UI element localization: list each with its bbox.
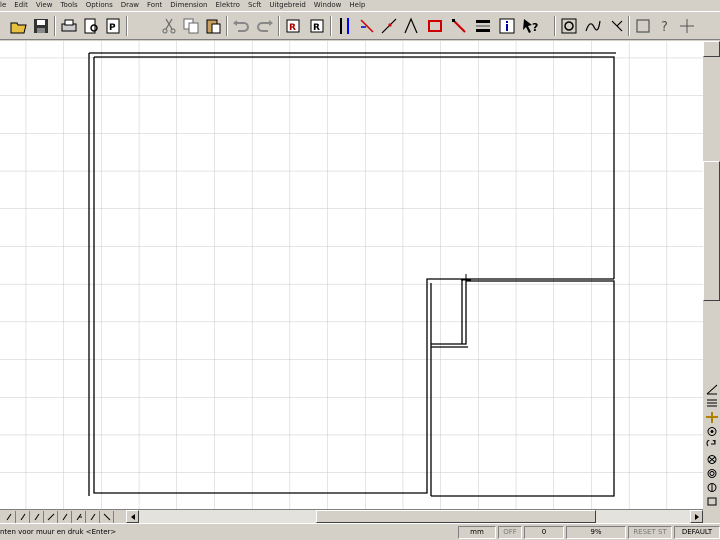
svg-text:R: R xyxy=(289,23,296,33)
menu-bar: le Edit View Tools Options Draw Font Dimension E… xyxy=(0,0,720,9)
parallel-lines-icon[interactable] xyxy=(334,15,356,37)
undo-icon[interactable] xyxy=(230,15,252,37)
menu-window[interactable]: Window xyxy=(309,1,345,9)
vertical-scrollbar[interactable] xyxy=(703,41,720,381)
align-horizontal-icon[interactable] xyxy=(704,397,719,410)
menu-view[interactable]: View xyxy=(31,1,56,9)
scroll-up-button[interactable] xyxy=(703,41,720,57)
status-zoom: 9% xyxy=(566,526,626,539)
tab-icon-1[interactable] xyxy=(2,511,16,523)
scroll-right-button[interactable] xyxy=(690,510,703,523)
svg-text:R: R xyxy=(313,23,320,33)
circle-icon[interactable] xyxy=(704,467,719,480)
tab-icon-8[interactable] xyxy=(100,511,114,523)
command-prompt: nten voor muur en druk <Enter> xyxy=(0,528,117,536)
main-toolbar: P R R ? ? xyxy=(0,11,720,40)
measure-angle-icon[interactable] xyxy=(704,383,719,396)
layers-icon[interactable] xyxy=(472,15,494,37)
grid-add-icon[interactable] xyxy=(704,411,719,424)
snap-icon[interactable] xyxy=(704,425,719,438)
menu-edit[interactable]: Edit xyxy=(9,1,31,9)
wall-corner-icon[interactable] xyxy=(356,15,378,37)
menu-draw[interactable]: Draw xyxy=(116,1,142,9)
tab-icon-7[interactable] xyxy=(86,511,100,523)
menu-file[interactable]: le xyxy=(0,1,9,9)
menu-help[interactable]: Help xyxy=(344,1,368,9)
line-pen2-icon[interactable] xyxy=(400,15,422,37)
svg-text:P: P xyxy=(109,23,116,33)
eye-icon[interactable] xyxy=(704,481,719,494)
diagonal-line-icon[interactable] xyxy=(448,15,470,37)
side-toolbar xyxy=(703,381,720,509)
menu-font[interactable]: Font xyxy=(142,1,165,9)
pdf-export-icon[interactable]: P xyxy=(102,15,124,37)
square-icon[interactable] xyxy=(632,15,654,37)
cut-icon[interactable] xyxy=(158,15,180,37)
extra-icon[interactable] xyxy=(606,15,628,37)
svg-text:?: ? xyxy=(661,20,668,35)
zoom-window-icon[interactable] xyxy=(558,15,580,37)
vertical-scroll-thumb[interactable] xyxy=(703,161,720,301)
tab-icon-3[interactable] xyxy=(30,511,44,523)
status-unit: mm xyxy=(458,526,496,539)
status-angle: 0 xyxy=(524,526,564,539)
status-layer: DEFAULT xyxy=(674,526,720,539)
question-icon[interactable]: ? xyxy=(654,15,676,37)
menu-dimension[interactable]: Dimension xyxy=(165,1,210,9)
drawing-canvas[interactable] xyxy=(0,41,703,509)
menu-options[interactable]: Options xyxy=(81,1,116,9)
target-icon[interactable] xyxy=(704,453,719,466)
rectangle-select-icon[interactable] xyxy=(424,15,446,37)
menu-uitgebreid[interactable]: Uitgebreid xyxy=(264,1,308,9)
status-bar: nten voor muur en druk <Enter> mm OFF 0 … xyxy=(0,523,720,540)
crosshair-icon[interactable] xyxy=(676,15,698,37)
redo-icon[interactable] xyxy=(254,15,276,37)
arrow-left-icon xyxy=(130,513,135,520)
info-icon[interactable] xyxy=(496,15,518,37)
line-pen-icon[interactable] xyxy=(378,15,400,37)
insert-r-icon[interactable]: R xyxy=(282,15,304,37)
insert-r2-icon[interactable]: R xyxy=(306,15,328,37)
tab-icon-2[interactable] xyxy=(16,511,30,523)
tab-icon-6[interactable] xyxy=(72,511,86,523)
tab-icon-4[interactable] xyxy=(44,511,58,523)
status-reset[interactable]: RESET ST xyxy=(628,526,672,539)
arrow-right-icon xyxy=(694,513,699,520)
rotate-icon[interactable] xyxy=(704,439,719,452)
save-icon[interactable] xyxy=(30,15,52,37)
svg-text:?: ? xyxy=(532,21,538,34)
status-snap[interactable]: OFF xyxy=(498,526,522,539)
menu-elektro[interactable]: Elektro xyxy=(210,1,242,9)
print-icon[interactable] xyxy=(58,15,80,37)
help-pointer-icon[interactable]: ? xyxy=(520,15,542,37)
copy-icon[interactable] xyxy=(180,15,202,37)
curve-icon[interactable] xyxy=(582,15,604,37)
print-preview-icon[interactable] xyxy=(80,15,102,37)
menu-tools[interactable]: Tools xyxy=(55,1,80,9)
menu-scft[interactable]: Scft xyxy=(243,1,264,9)
tab-icon-5[interactable] xyxy=(58,511,72,523)
open-folder-icon[interactable] xyxy=(8,15,30,37)
mirror-icon[interactable] xyxy=(704,495,719,508)
horizontal-scroll-thumb[interactable] xyxy=(316,510,596,523)
horizontal-scrollbar[interactable] xyxy=(126,510,703,523)
scroll-left-button[interactable] xyxy=(126,510,139,523)
grid xyxy=(0,41,703,509)
paste-icon[interactable] xyxy=(202,15,224,37)
